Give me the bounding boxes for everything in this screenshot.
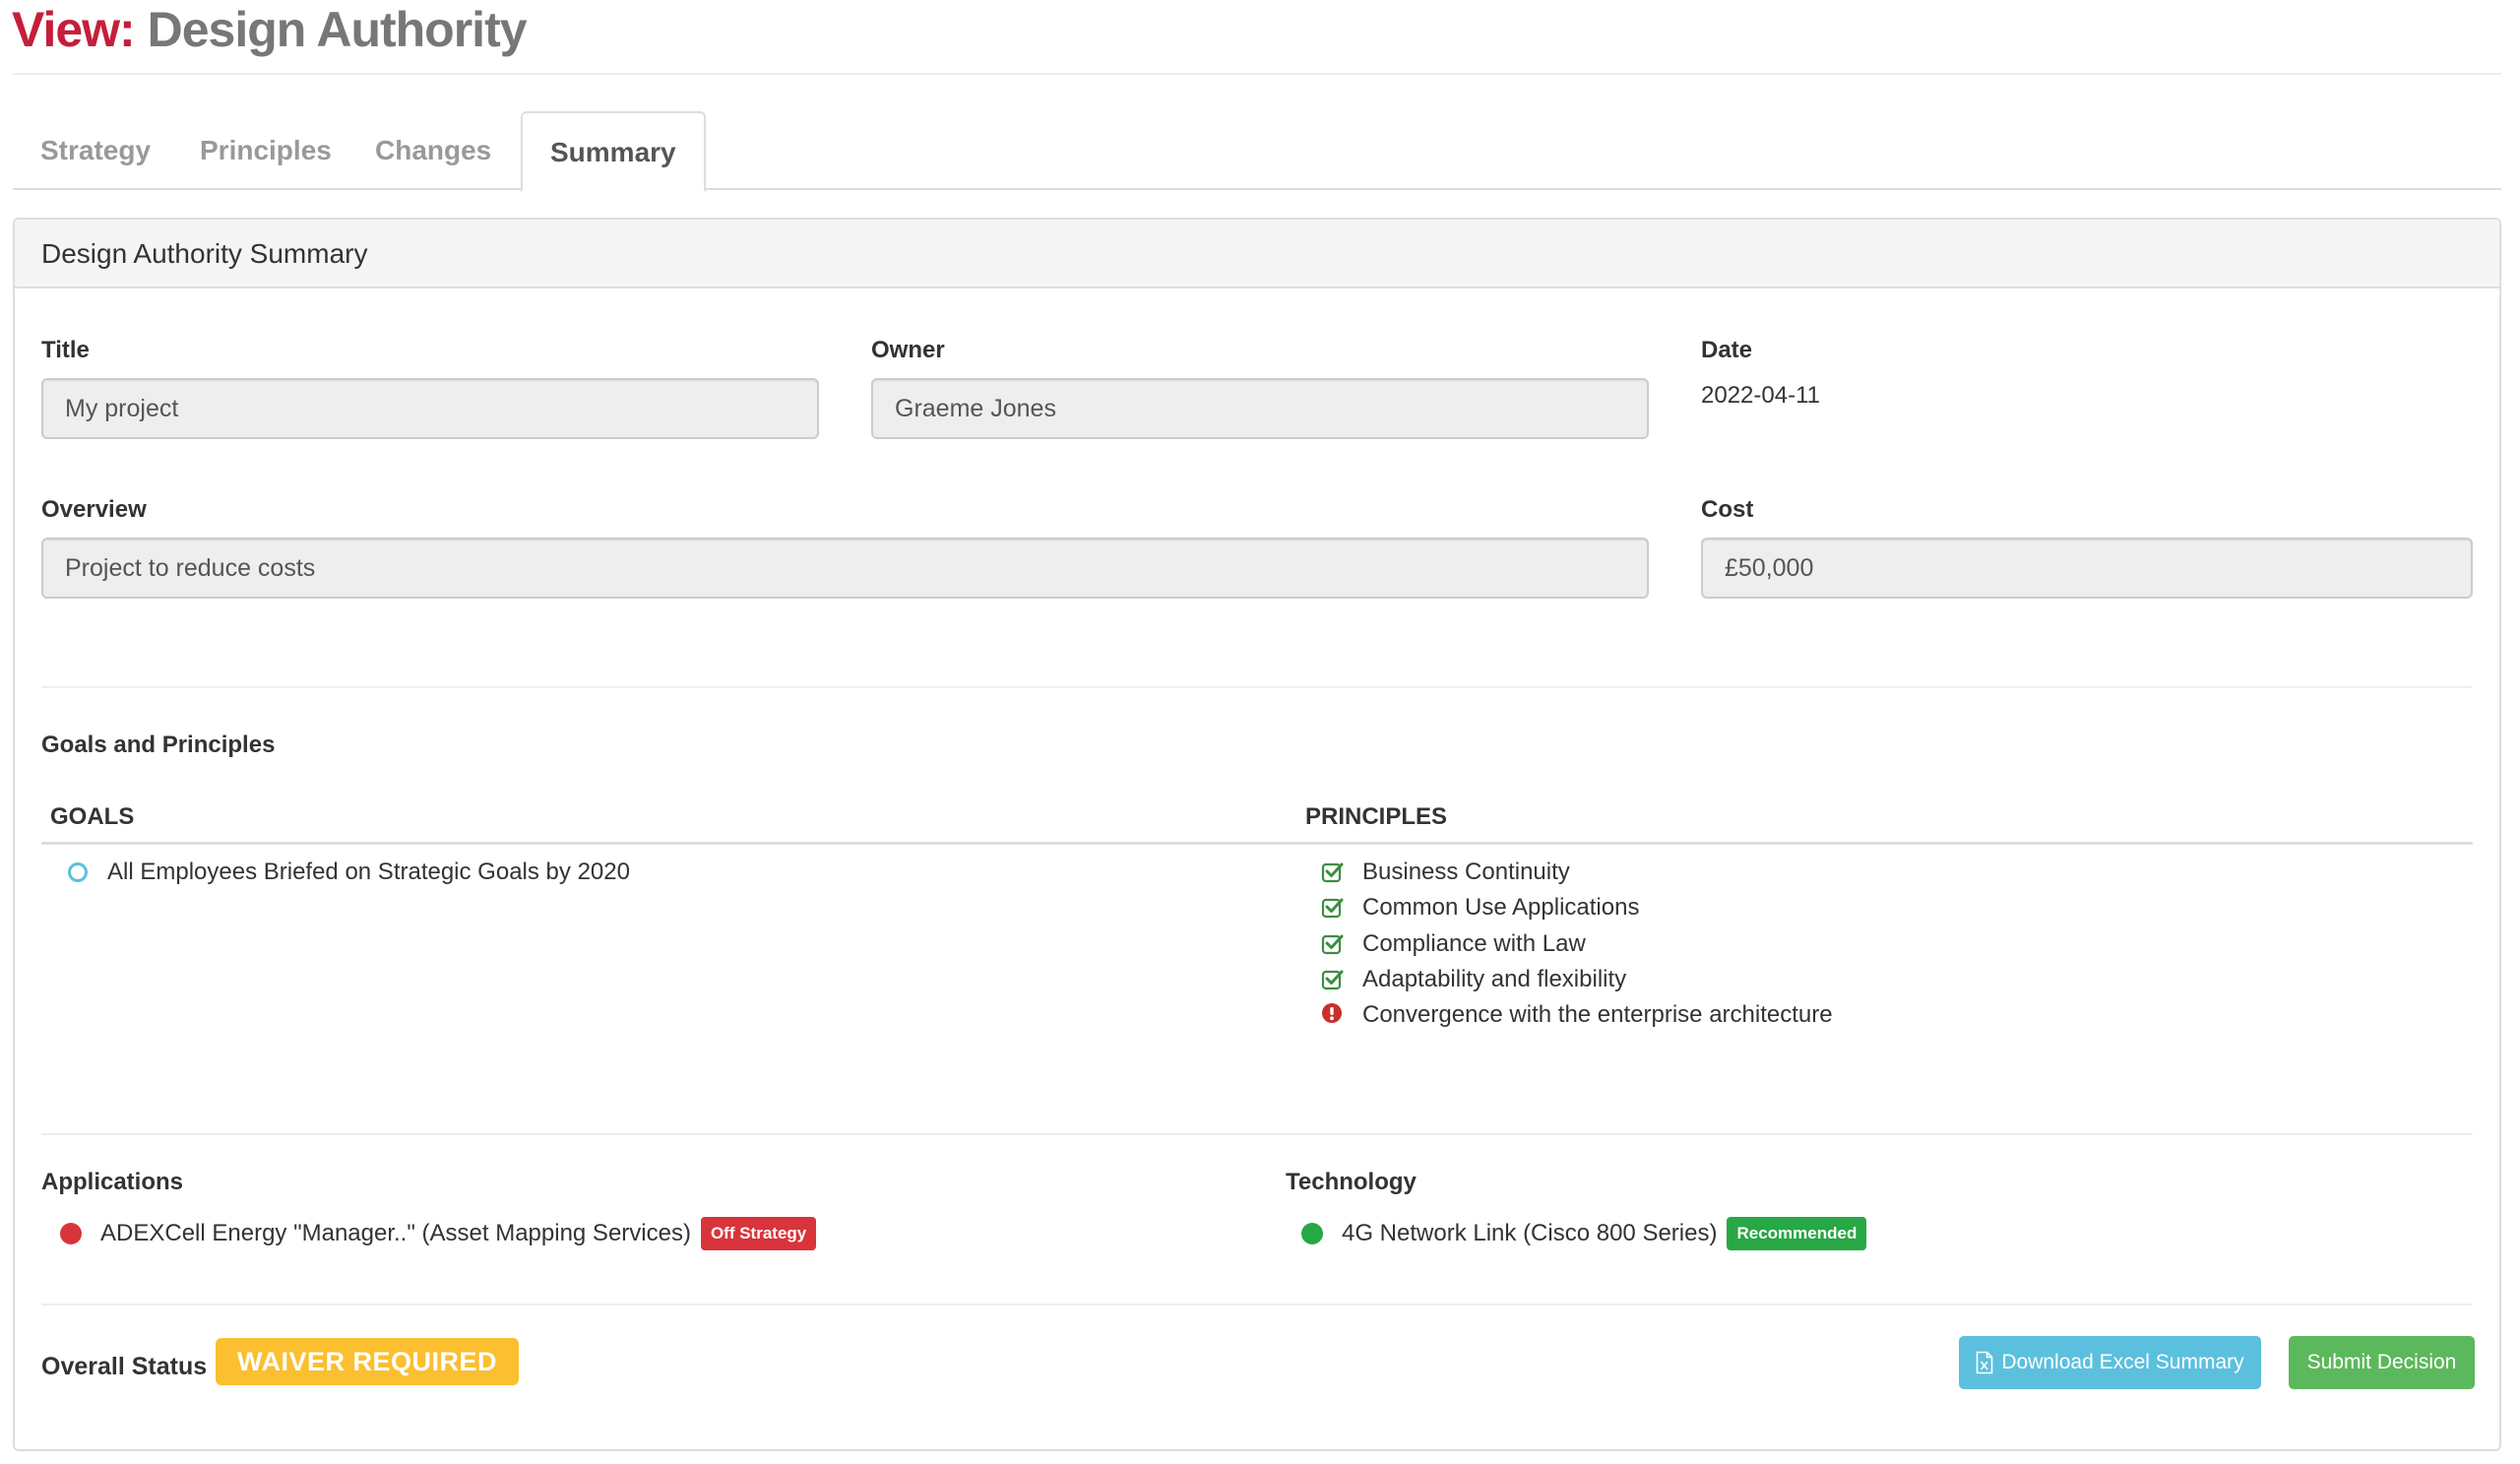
check-square-icon <box>1321 896 1345 920</box>
recommended-badge: Recommended <box>1727 1217 1867 1250</box>
goals-table-rule <box>41 842 2473 845</box>
check-square-icon <box>1321 932 1345 956</box>
download-excel-label: Download Excel Summary <box>2001 1351 2244 1373</box>
off-strategy-badge: Off Strategy <box>700 1217 817 1250</box>
overall-status-badge: WAIVER REQUIRED <box>216 1338 520 1385</box>
section-divider <box>41 686 2473 688</box>
principle-item-label: Compliance with Law <box>1362 930 1586 957</box>
principle-item-label: Adaptability and flexibility <box>1362 966 1627 992</box>
page-title: View: Design Authority <box>12 2 528 57</box>
check-square-icon <box>1321 968 1345 991</box>
exclamation-circle-icon <box>1321 1003 1345 1027</box>
panel-title: Design Authority Summary <box>41 238 368 269</box>
application-item-label: ADEXCell Energy "Manager.." (Asset Mappi… <box>100 1220 691 1246</box>
principle-item-label: Common Use Applications <box>1362 894 1640 921</box>
principle-item-label: Business Continuity <box>1362 859 1570 885</box>
applications-title: Applications <box>41 1169 184 1195</box>
principle-item: Common Use Applications <box>1321 890 1639 925</box>
status-dot-icon <box>1300 1222 1324 1245</box>
owner-field[interactable]: Graeme Jones <box>871 378 1649 439</box>
technology-title: Technology <box>1286 1169 1417 1195</box>
principle-item: Adaptability and flexibility <box>1321 962 1626 997</box>
date-label: Date <box>1701 337 1753 363</box>
technology-item-label: 4G Network Link (Cisco 800 Series) <box>1342 1220 1718 1246</box>
circle-outline-icon <box>66 860 90 884</box>
title-field[interactable]: My project <box>41 378 819 439</box>
principle-item: Compliance with Law <box>1321 926 1586 962</box>
technology-item: 4G Network Link (Cisco 800 Series) Recom… <box>1300 1215 1867 1252</box>
tab-strategy[interactable]: Strategy <box>13 111 178 190</box>
panel-header: Design Authority Summary <box>15 220 2499 288</box>
tab-principles[interactable]: Principles <box>172 111 359 190</box>
file-excel-icon <box>1976 1351 1993 1374</box>
goals-principles-title: Goals and Principles <box>41 732 276 758</box>
goal-item: All Employees Briefed on Strategic Goals… <box>66 855 630 890</box>
principle-item: Business Continuity <box>1321 855 1570 890</box>
page-title-name: Design Authority <box>147 2 528 57</box>
tab-summary[interactable]: Summary <box>521 111 706 192</box>
goal-item-label: All Employees Briefed on Strategic Goals… <box>107 859 630 885</box>
principles-header: PRINCIPLES <box>1305 803 1448 830</box>
cost-label: Cost <box>1701 496 1754 523</box>
download-excel-button[interactable]: Download Excel Summary <box>1959 1336 2261 1389</box>
principle-item-label: Convergence with the enterprise architec… <box>1362 1001 1833 1028</box>
application-item: ADEXCell Energy "Manager.." (Asset Mappi… <box>59 1215 817 1252</box>
summary-panel: Design Authority Summary Title My projec… <box>13 218 2501 1451</box>
owner-label: Owner <box>871 337 945 363</box>
title-label: Title <box>41 337 90 363</box>
section-divider <box>41 1304 2473 1305</box>
page-title-prefix: View: <box>12 2 136 57</box>
cost-field[interactable]: £50,000 <box>1701 538 2473 599</box>
overview-label: Overview <box>41 496 147 523</box>
status-dot-icon <box>59 1222 83 1245</box>
overview-field[interactable]: Project to reduce costs <box>41 538 1649 599</box>
section-divider <box>41 1133 2473 1135</box>
principle-item: Convergence with the enterprise architec… <box>1321 997 1833 1033</box>
date-value: 2022-04-11 <box>1701 382 1820 409</box>
tab-bar: Strategy Principles Changes Summary <box>13 111 2501 192</box>
check-square-icon <box>1321 860 1345 884</box>
tab-changes[interactable]: Changes <box>347 111 519 190</box>
overall-status-label: Overall Status <box>41 1353 208 1380</box>
goals-header: GOALS <box>50 803 135 830</box>
submit-decision-button[interactable]: Submit Decision <box>2289 1336 2475 1389</box>
title-divider <box>13 73 2501 75</box>
